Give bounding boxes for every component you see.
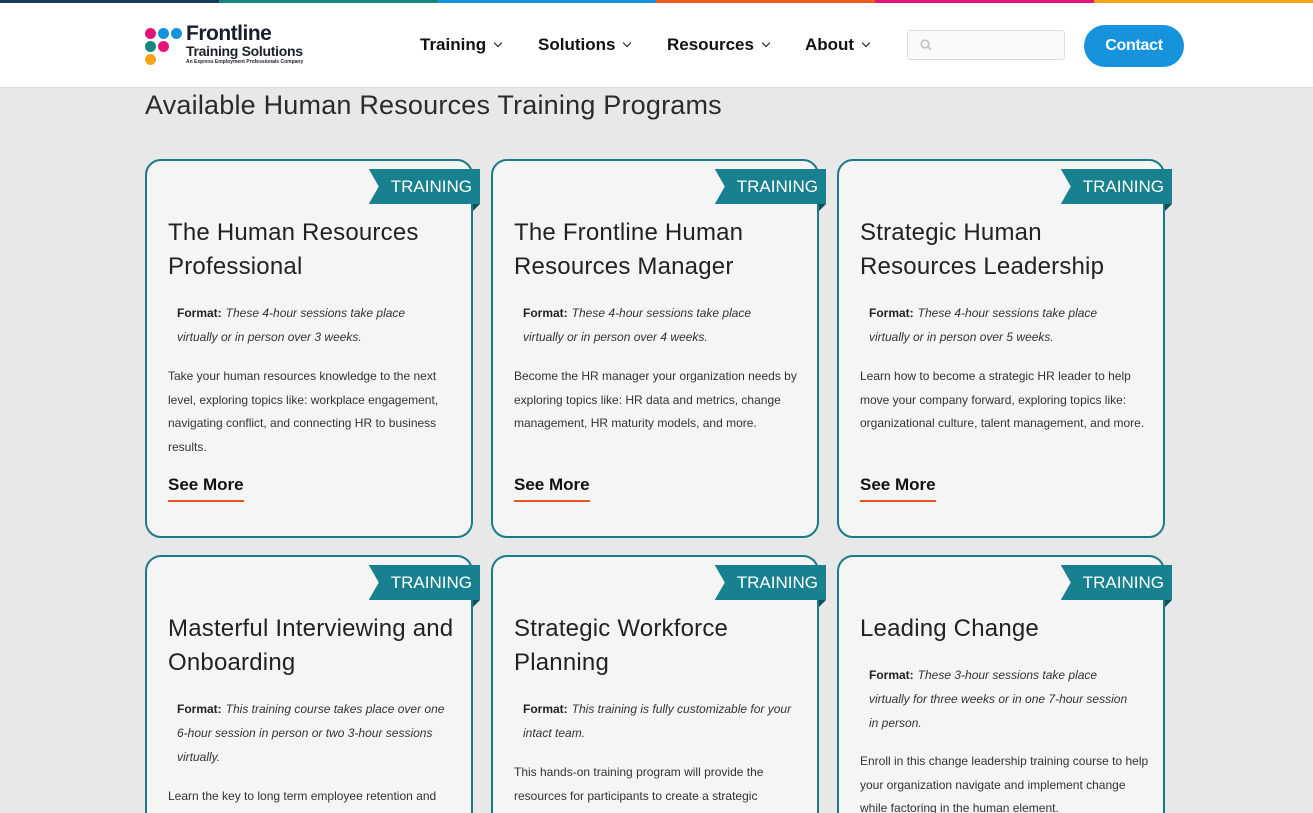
logo-wordmark: Frontline Training Solutions An Express …: [186, 22, 304, 65]
card-description: This hands-on training program will prov…: [514, 765, 764, 803]
program-card: TRAINING Masterful Interviewing and Onbo…: [145, 555, 480, 813]
card-title: Leading Change: [860, 615, 1039, 642]
logo-line2: Training Solutions: [186, 43, 303, 59]
nav-label: Resources: [667, 35, 754, 54]
format-label: Format:: [523, 702, 568, 716]
see-more-link[interactable]: See More: [514, 474, 590, 502]
search-icon: [920, 39, 932, 51]
format-label: Format:: [869, 668, 914, 682]
nav-item-training[interactable]: Training: [420, 34, 503, 56]
nav-item-about[interactable]: About: [805, 34, 871, 56]
training-ribbon: TRAINING: [368, 169, 480, 204]
nav-label: About: [805, 35, 855, 54]
training-ribbon: TRAINING: [368, 565, 480, 600]
chevron-down-icon: [623, 38, 632, 48]
training-ribbon: TRAINING: [1060, 565, 1172, 600]
ribbon-fold: [819, 204, 826, 211]
search-input[interactable]: [942, 31, 1062, 59]
card-format: Format: These 4-hour sessions take place …: [177, 301, 447, 349]
training-ribbon: TRAINING: [1060, 169, 1172, 204]
card-description: Become the HR manager your organization …: [514, 369, 797, 430]
card-format: Format: These 4-hour sessions take place …: [869, 301, 1139, 349]
ribbon-fold: [1165, 600, 1172, 607]
chevron-down-icon: [861, 38, 871, 48]
program-card: TRAINING Leading Change Format: These 3-h…: [837, 555, 1172, 813]
program-card: TRAINING The Human Resources Professiona…: [145, 159, 480, 538]
card-description: Learn the key to long term employee rete…: [168, 789, 437, 803]
format-label: Format:: [869, 306, 914, 320]
format-label: Format:: [177, 702, 222, 716]
format-label: Format:: [523, 306, 568, 320]
nav-item-resources[interactable]: Resources: [667, 34, 771, 56]
logo-line3: An Express Employment Professionals Comp…: [186, 59, 304, 65]
program-card: TRAINING Strategic Human Resources Leade…: [837, 159, 1172, 538]
ribbon-fold: [1165, 204, 1172, 211]
site-logo[interactable]: Frontline Training Solutions An Express …: [145, 22, 325, 66]
card-title: Masterful Interviewing and Onboarding: [168, 615, 454, 676]
card-title: The Frontline Human Resources Manager: [514, 219, 744, 280]
ribbon-fold: [473, 204, 480, 211]
chevron-down-icon: [493, 38, 503, 48]
card-format: Format: These 4-hour sessions take place …: [523, 301, 793, 349]
ribbon-fold: [473, 600, 480, 607]
chevron-down-icon: [761, 38, 771, 48]
card-description: Enroll in this change leadership trainin…: [860, 754, 1149, 813]
program-card: TRAINING The Frontline Human Resources M…: [491, 159, 826, 538]
site-header: Frontline Training Solutions An Express …: [0, 3, 1313, 88]
training-ribbon: TRAINING: [714, 169, 826, 204]
card-title: The Human Resources Professional: [168, 219, 419, 280]
ribbon-fold: [819, 600, 826, 607]
see-more-link[interactable]: See More: [168, 474, 244, 502]
training-ribbon: TRAINING: [714, 565, 826, 600]
logo-line1: Frontline: [186, 22, 272, 45]
card-format: Format: This training course takes place …: [177, 697, 447, 769]
logo-dots-icon: [145, 26, 185, 65]
format-label: Format:: [177, 306, 222, 320]
program-card: TRAINING Strategic Workforce Planning Fo…: [491, 555, 826, 813]
card-format: Format: These 3-hour sessions take place …: [869, 663, 1139, 735]
nav-label: Solutions: [538, 35, 616, 54]
contact-button[interactable]: Contact: [1084, 25, 1184, 67]
card-format: Format: This training is fully customizab…: [523, 697, 793, 745]
nav-label: Training: [420, 35, 487, 54]
page-title: Available Human Resources Training Progr…: [145, 90, 722, 120]
card-description: Learn how to become a strategic HR leade…: [860, 369, 1145, 430]
nav-item-solutions[interactable]: Solutions: [538, 34, 632, 56]
card-title: Strategic Workforce Planning: [514, 615, 729, 676]
card-description: Take your human resources knowledge to t…: [168, 369, 439, 454]
card-title: Strategic Human Resources Leadership: [860, 219, 1105, 280]
see-more-link[interactable]: See More: [860, 474, 936, 502]
search-box[interactable]: [907, 30, 1065, 60]
